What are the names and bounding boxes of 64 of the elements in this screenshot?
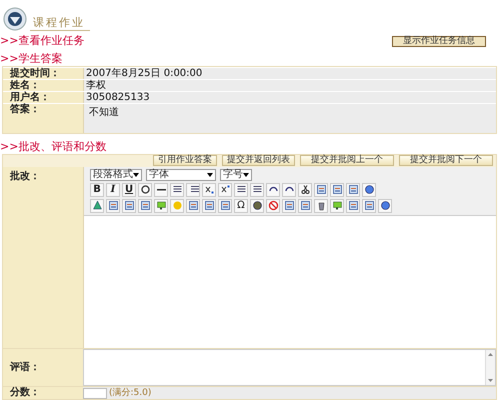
action-button[interactable]: 提交并批阅上一个	[300, 155, 394, 166]
toolbar-button[interactable]	[266, 182, 280, 197]
toolbar-button[interactable]	[362, 182, 376, 197]
underline-button[interactable]: U	[122, 182, 136, 197]
toolbar-button[interactable]	[138, 182, 152, 197]
comment-field[interactable]	[83, 348, 496, 386]
toolbar-button[interactable]	[186, 198, 200, 213]
score-field[interactable]	[83, 388, 107, 398]
toolbar-button[interactable]	[170, 182, 184, 197]
size-select[interactable]: 字号	[220, 168, 252, 181]
toolbar-button[interactable]	[298, 198, 312, 213]
font-select[interactable]: 字体	[146, 168, 216, 181]
section-heading: >>批改、评语和分数	[0, 140, 108, 154]
caret-icon	[133, 172, 139, 177]
show-task-button[interactable]: 显示作业任务信息	[392, 36, 486, 46]
toolbar-button[interactable]	[186, 182, 200, 197]
toolbar-button[interactable]	[378, 198, 392, 213]
section-heading: >>学生答案	[0, 52, 64, 66]
italic-button[interactable]: I	[106, 182, 120, 197]
toolbar-button[interactable]	[250, 198, 264, 213]
toolbar-button[interactable]	[218, 182, 232, 197]
toolbar-button[interactable]	[282, 198, 296, 213]
caret-icon	[243, 172, 249, 177]
toolbar-button[interactable]	[106, 198, 120, 213]
field-value: 3050825133	[86, 92, 150, 104]
view-task-link[interactable]: >>查看作业任务	[0, 34, 84, 48]
toolbar-button[interactable]	[234, 182, 248, 197]
action-button[interactable]: 引用作业答案	[153, 155, 217, 166]
scroll-down-icon	[487, 377, 494, 384]
toolbar-button[interactable]	[282, 182, 296, 197]
scroll-up-icon	[487, 350, 494, 358]
trash-icon	[316, 200, 326, 212]
toolbar-button[interactable]	[330, 198, 344, 213]
toolbar-button[interactable]	[218, 198, 232, 213]
toolbar-button[interactable]	[250, 182, 264, 197]
caret-icon	[207, 172, 213, 177]
toolbar-button[interactable]	[346, 182, 360, 197]
toolbar-button[interactable]	[202, 182, 216, 197]
bold-button[interactable]: B	[90, 182, 104, 197]
no-entry-icon	[268, 200, 278, 212]
field-value: 2007年8月25日 0:00:00	[86, 68, 202, 80]
action-button[interactable]: 提交并批阅下一个	[399, 155, 493, 166]
logo-icon	[3, 7, 27, 31]
toolbar-button[interactable]	[154, 198, 168, 213]
toolbar-button[interactable]	[154, 182, 168, 197]
toolbar-button[interactable]	[122, 198, 136, 213]
field-value: 不知道	[89, 107, 119, 119]
toolbar-button[interactable]	[90, 198, 104, 213]
field-value: 李权	[86, 80, 106, 92]
toolbar-button[interactable]	[298, 182, 312, 197]
toolbar-button[interactable]	[314, 182, 328, 197]
toolbar-button[interactable]	[202, 198, 216, 213]
subscript-icon	[204, 184, 214, 196]
toolbar-button[interactable]	[330, 182, 344, 197]
page-title: 课程作业	[32, 16, 86, 30]
action-button[interactable]: 提交并返回列表	[222, 155, 295, 166]
toolbar-button[interactable]	[346, 198, 360, 213]
scissors-icon	[300, 184, 310, 196]
toolbar-button[interactable]	[138, 198, 152, 213]
symbol-button[interactable]: Ω	[234, 198, 248, 213]
toolbar-button[interactable]	[314, 198, 328, 213]
format-select[interactable]: 段落格式	[90, 168, 142, 181]
toolbar-button[interactable]	[362, 198, 376, 213]
score-hint: (满分:5.0)	[109, 388, 152, 398]
